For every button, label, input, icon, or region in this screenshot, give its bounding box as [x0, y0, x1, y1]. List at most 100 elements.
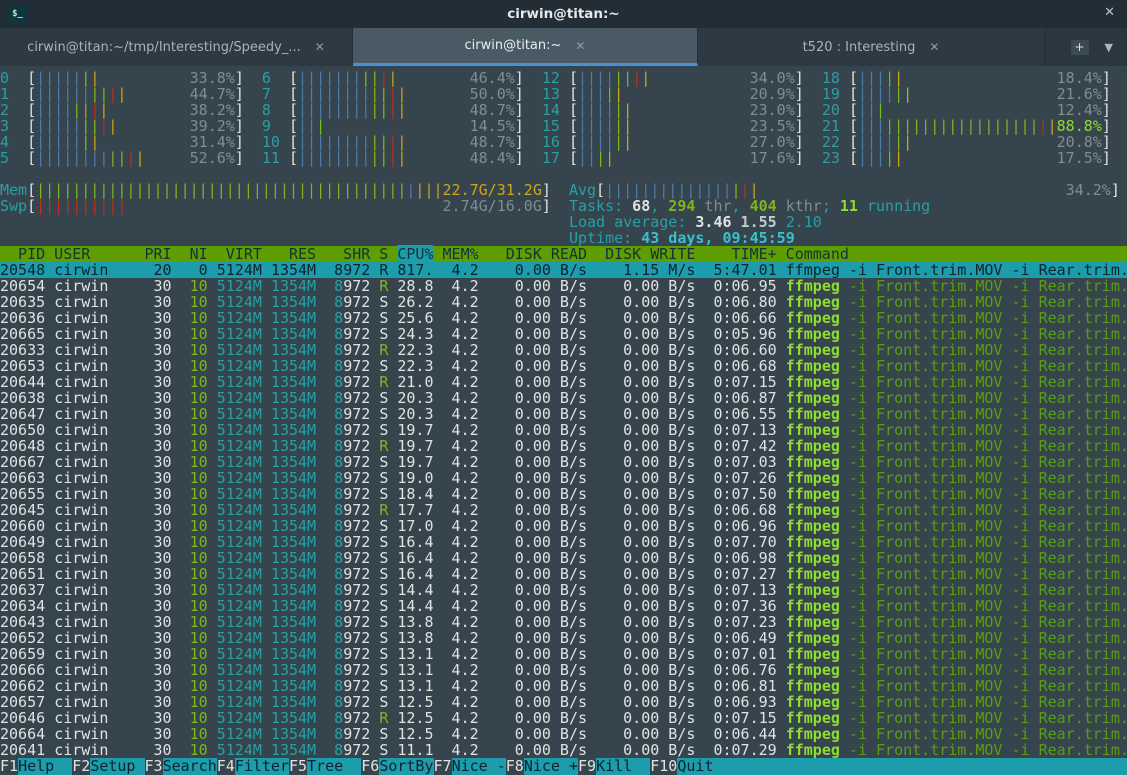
fkey-F4-action[interactable]: Filter	[235, 758, 289, 775]
window-close-icon[interactable]: ✕	[1104, 5, 1115, 20]
process-row-20652[interactable]: 20652 cirwin 30 10 5124M 1354M 8972 S 13…	[0, 630, 1127, 646]
text: ]	[795, 149, 804, 167]
tab-close-icon[interactable]: ✕	[575, 39, 585, 53]
process-row-20655[interactable]: 20655 cirwin 30 10 5124M 1354M 8972 S 18…	[0, 486, 1127, 502]
fkey-F10-action[interactable]: Quit	[677, 758, 1127, 775]
fkey-F2-action[interactable]: Setup	[90, 758, 144, 775]
tab-menu-dropdown-icon[interactable]: ▼	[1105, 41, 1113, 54]
terminal-app-icon: $_	[8, 5, 27, 23]
tab-label: cirwin@titan:~	[465, 38, 562, 53]
process-row-20636[interactable]: 20636 cirwin 30 10 5124M 1354M 8972 S 25…	[0, 310, 1127, 326]
text: running	[858, 197, 930, 215]
text	[903, 149, 1057, 167]
avg-meter-value: 34.2%	[1066, 181, 1111, 199]
process-row-20647[interactable]: 20647 cirwin 30 10 5124M 1354M 8972 S 20…	[0, 406, 1127, 422]
process-row-20665[interactable]: 20665 cirwin 30 10 5124M 1354M 8972 S 24…	[0, 326, 1127, 342]
text: [	[849, 149, 858, 167]
process-row-20651[interactable]: 20651 cirwin 30 10 5124M 1354M 8972 S 16…	[0, 566, 1127, 582]
text: ||	[108, 149, 126, 167]
text: |||	[858, 149, 885, 167]
window-title: cirwin@titan:~	[0, 6, 1127, 22]
htop-terminal[interactable]: 0 [||||||| 33.8%] 6 [||||||||||| 46.4%] …	[0, 66, 1127, 775]
text: |	[135, 149, 144, 167]
tab-close-icon[interactable]: ✕	[929, 40, 939, 54]
process-row-20660[interactable]: 20660 cirwin 30 10 5124M 1354M 8972 S 17…	[0, 518, 1127, 534]
fkey-F3-action[interactable]: Search	[163, 758, 217, 775]
process-row-20633[interactable]: 20633 cirwin 30 10 5124M 1354M 8972 R 22…	[0, 342, 1127, 358]
memory-avg-row: Mem[||||||||||||||||||||||||||||||||||||…	[0, 182, 1127, 198]
process-row-20663[interactable]: 20663 cirwin 30 10 5124M 1354M 8972 S 19…	[0, 470, 1127, 486]
process-row-20649[interactable]: 20649 cirwin 30 10 5124M 1354M 8972 S 16…	[0, 534, 1127, 550]
process-row-20664[interactable]: 20664 cirwin 30 10 5124M 1354M 8972 S 12…	[0, 726, 1127, 742]
process-row-20667[interactable]: 20667 cirwin 30 10 5124M 1354M 8972 S 19…	[0, 454, 1127, 470]
tab-t520[interactable]: t520 : Interesting ✕	[698, 28, 1045, 66]
tab-close-icon[interactable]: ✕	[315, 40, 325, 54]
text: |	[605, 149, 614, 167]
fkey-F8-action[interactable]: Nice +	[524, 758, 578, 775]
text	[524, 149, 542, 167]
process-row-20650[interactable]: 20650 cirwin 30 10 5124M 1354M 8972 S 19…	[0, 422, 1127, 438]
process-row-20648[interactable]: 20648 cirwin 30 10 5124M 1354M 8972 R 19…	[0, 438, 1127, 454]
process-row-20643[interactable]: 20643 cirwin 30 10 5124M 1354M 8972 S 13…	[0, 614, 1127, 630]
process-row-20638[interactable]: 20638 cirwin 30 10 5124M 1354M 8972 S 20…	[0, 390, 1127, 406]
fkey-F7-action[interactable]: Nice -	[452, 758, 506, 775]
fkey-F4-label: F4	[217, 758, 235, 775]
text: |	[596, 149, 605, 167]
text: ]	[1102, 149, 1111, 167]
process-row-20666[interactable]: 20666 cirwin 30 10 5124M 1354M 8972 S 13…	[0, 662, 1127, 678]
process-row-20653[interactable]: 20653 cirwin 30 10 5124M 1354M 8972 S 22…	[0, 358, 1127, 374]
text: ||	[370, 149, 388, 167]
command-args: -i Front.trim.MOV -i Rear.trim.	[840, 741, 1127, 759]
tab-label: t520 : Interesting	[803, 40, 916, 55]
tasks-running-count: 11	[840, 197, 858, 215]
fkey-F8-label: F8	[506, 758, 524, 775]
text: ]	[235, 149, 244, 167]
text: [	[569, 149, 578, 167]
text: ||	[578, 149, 596, 167]
cpu-id: 17	[542, 149, 569, 167]
swap-tasks-row: Swp[|||||||||| 2.74G/16.0G] Tasks: 68, 2…	[0, 198, 1127, 214]
fkey-F2-label: F2	[72, 758, 90, 775]
cpu-meter-row: 5 [|||||||||||| 52.6%] 11 [|||||||||||| …	[0, 150, 1127, 166]
window-titlebar: $_ cirwin@titan:~ ✕	[0, 0, 1127, 28]
process-row-20657[interactable]: 20657 cirwin 30 10 5124M 1354M 8972 S 12…	[0, 694, 1127, 710]
tab-speedy[interactable]: cirwin@titan:~/tmp/Interesting/Speedy_..…	[0, 28, 353, 66]
tab-label: cirwin@titan:~/tmp/Interesting/Speedy_..…	[27, 40, 301, 55]
tab-cirwin-titan[interactable]: cirwin@titan:~ ✕	[353, 28, 698, 66]
tab-bar: cirwin@titan:~/tmp/Interesting/Speedy_..…	[0, 28, 1127, 66]
cpu-meter-23-value: 17.5%	[1057, 149, 1102, 167]
cpu-id: 5	[0, 149, 27, 167]
cpu-id: 11	[262, 149, 289, 167]
process-row-20658[interactable]: 20658 cirwin 30 10 5124M 1354M 8972 S 16…	[0, 550, 1127, 566]
process-row-20659[interactable]: 20659 cirwin 30 10 5124M 1354M 8972 S 13…	[0, 646, 1127, 662]
process-row-20634[interactable]: 20634 cirwin 30 10 5124M 1354M 8972 S 14…	[0, 598, 1127, 614]
time: 0:07.29	[704, 741, 785, 759]
text: ||||||||	[298, 149, 370, 167]
cpu-id: 23	[822, 149, 849, 167]
process-row-20645[interactable]: 20645 cirwin 30 10 5124M 1354M 8972 R 17…	[0, 502, 1127, 518]
text	[614, 149, 749, 167]
function-key-bar: F1Help F2Setup F3SearchF4FilterF5Tree F6…	[0, 758, 1127, 775]
process-row-20637[interactable]: 20637 cirwin 30 10 5124M 1354M 8972 S 14…	[0, 582, 1127, 598]
fkey-F5-action[interactable]: Tree	[307, 758, 361, 775]
fkey-F1-action[interactable]: Help	[18, 758, 72, 775]
text	[804, 149, 822, 167]
process-row-20646[interactable]: 20646 cirwin 30 10 5124M 1354M 8972 R 12…	[0, 710, 1127, 726]
process-row-20654[interactable]: 20654 cirwin 30 10 5124M 1354M 8972 R 28…	[0, 278, 1127, 294]
process-row-20644[interactable]: 20644 cirwin 30 10 5124M 1354M 8972 R 21…	[0, 374, 1127, 390]
process-row-20662[interactable]: 20662 cirwin 30 10 5124M 1354M 8972 S 13…	[0, 678, 1127, 694]
fkey-F10-label: F10	[650, 758, 677, 775]
cpu-meter-row: 4 [||||||| 31.4%] 10 [|||||||||||| 48.7%…	[0, 134, 1127, 150]
process-table-header: PID USER PRI NI VIRT RES SHR S CPU% MEM%…	[0, 246, 1127, 262]
fkey-F9-action[interactable]: Kill	[596, 758, 650, 775]
text: ;	[822, 197, 840, 215]
process-row-20641[interactable]: 20641 cirwin 30 10 5124M 1354M 8972 S 11…	[0, 742, 1127, 758]
process-row-20635[interactable]: 20635 cirwin 30 10 5124M 1354M 8972 S 26…	[0, 294, 1127, 310]
cpu-meter-11-value: 48.4%	[470, 149, 515, 167]
process-row-20548[interactable]: 20548 cirwin 20 0 5124M 1354M 8972 R 817…	[0, 262, 1127, 278]
text	[244, 149, 262, 167]
fkey-F5-label: F5	[289, 758, 307, 775]
text: [	[27, 149, 36, 167]
fkey-F6-action[interactable]: SortBy	[379, 758, 433, 775]
new-tab-icon[interactable]: +	[1071, 40, 1089, 55]
